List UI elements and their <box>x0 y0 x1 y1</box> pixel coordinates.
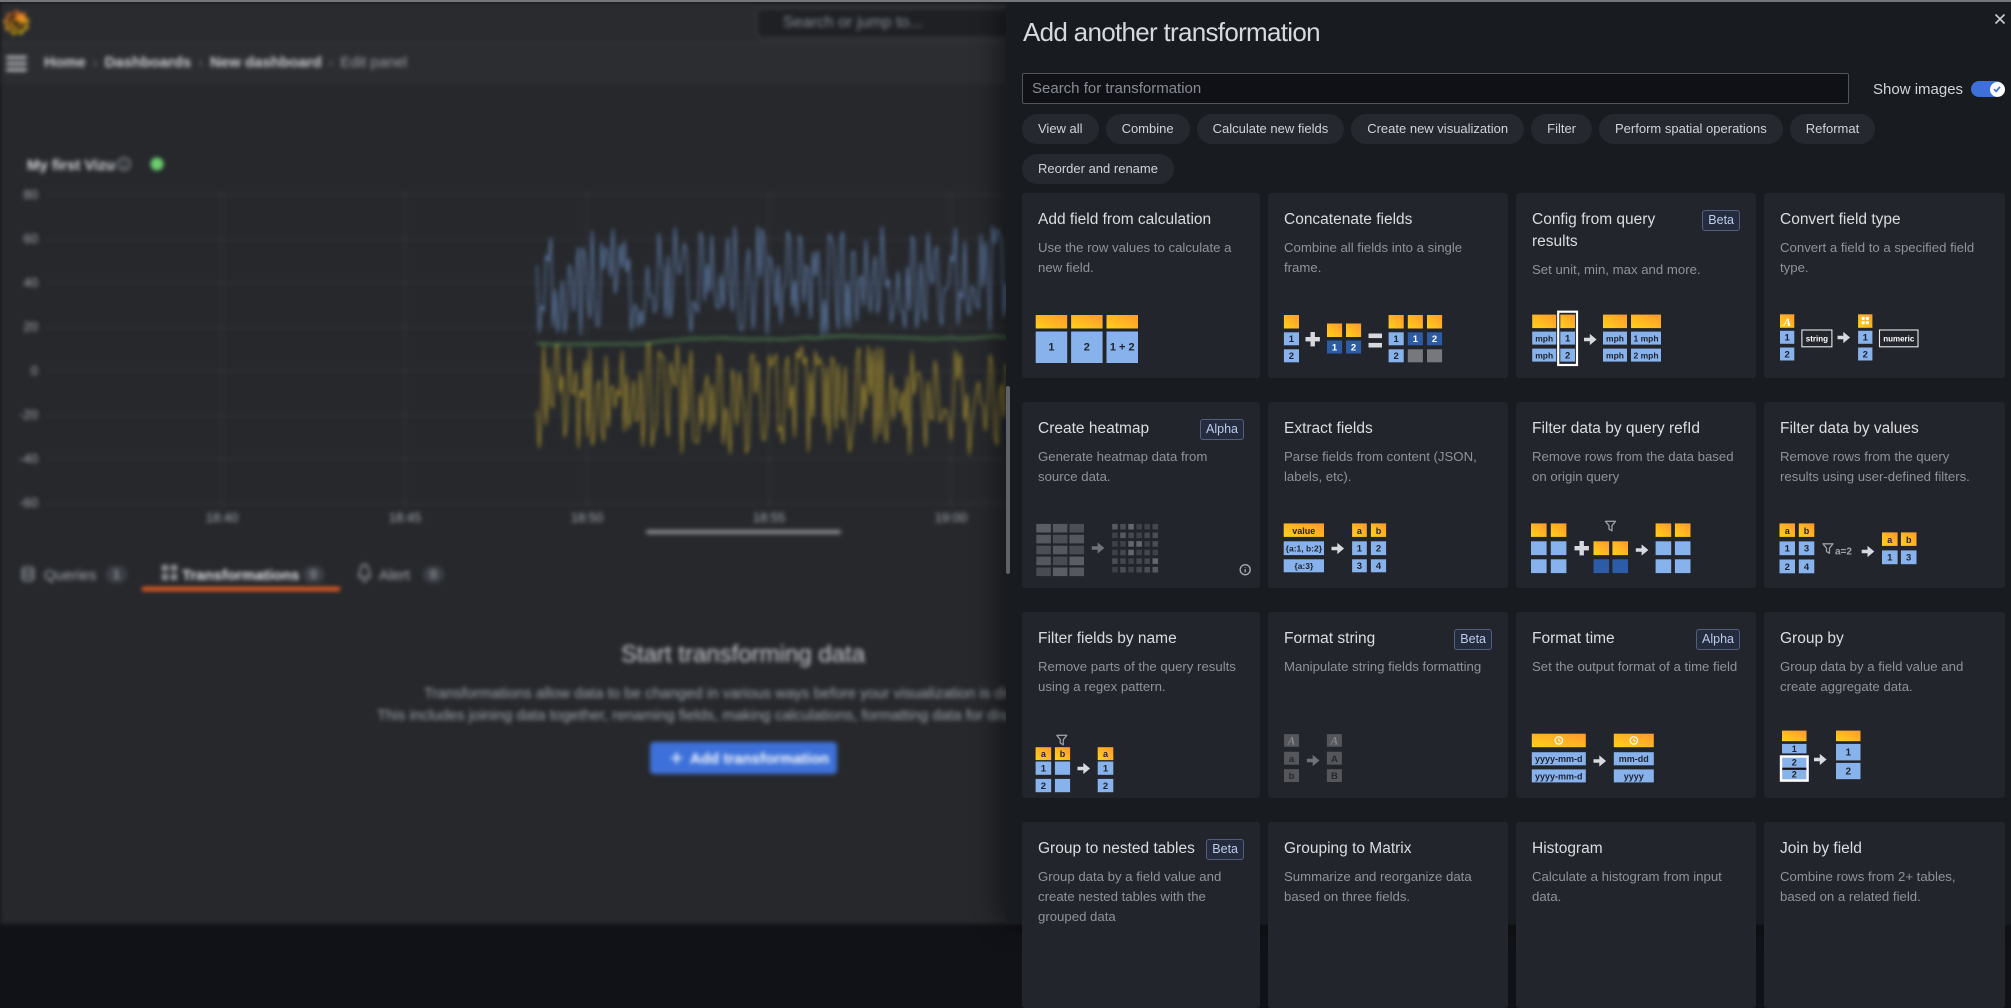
svg-text:2: 2 <box>1394 351 1399 362</box>
svg-text:0: 0 <box>430 568 437 582</box>
svg-text:1: 1 <box>1565 334 1571 345</box>
svg-text:A: A <box>1331 754 1338 765</box>
svg-text:4: 4 <box>1804 562 1810 573</box>
svg-text:Start transforming data: Start transforming data <box>621 641 866 668</box>
svg-text:a: a <box>1289 754 1295 765</box>
svg-text:numeric: numeric <box>1883 334 1915 343</box>
svg-text:1: 1 <box>1863 333 1869 344</box>
svg-text:A: A <box>1782 315 1791 329</box>
svg-text:2: 2 <box>1792 757 1797 767</box>
svg-text:a=2: a=2 <box>1835 547 1852 558</box>
svg-text:1: 1 <box>1792 744 1797 754</box>
svg-text:My first Vizu: My first Vizu <box>27 157 115 174</box>
svg-text:Transformations: Transformations <box>182 567 300 584</box>
svg-text:mph: mph <box>1606 334 1624 344</box>
svg-text:Transformations allow data to: Transformations allow data to be changed… <box>424 685 1062 702</box>
svg-text:{a:3}: {a:3} <box>1294 561 1314 571</box>
svg-text:1: 1 <box>1048 342 1054 354</box>
svg-text:yyyy: yyyy <box>1624 771 1644 781</box>
svg-text:19:00: 19:00 <box>935 510 968 525</box>
svg-text:A: A <box>1330 735 1339 747</box>
svg-text:2: 2 <box>1792 770 1797 780</box>
svg-text:b: b <box>1289 771 1295 782</box>
svg-text:1: 1 <box>1041 764 1047 775</box>
svg-text:1: 1 <box>1357 544 1363 555</box>
svg-text:18:45: 18:45 <box>389 510 422 525</box>
svg-text:string: string <box>1806 334 1828 343</box>
svg-text:Add transformation: Add transformation <box>690 751 829 768</box>
svg-text:1: 1 <box>1394 334 1400 345</box>
svg-text:18:50: 18:50 <box>571 510 604 525</box>
svg-text:yyyy-mm-d: yyyy-mm-d <box>1535 771 1583 781</box>
svg-text:1: 1 <box>1785 544 1791 555</box>
svg-text:2: 2 <box>1289 351 1294 362</box>
svg-text:40: 40 <box>24 275 38 290</box>
svg-text:B: B <box>1331 771 1338 782</box>
svg-text:b: b <box>1060 749 1066 759</box>
svg-text:{a:1, b:2}: {a:1, b:2} <box>1286 544 1323 554</box>
svg-text:This includes joining data tog: This includes joining data together, ren… <box>377 707 1109 724</box>
svg-text:-20: -20 <box>19 407 38 422</box>
svg-text:Queries: Queries <box>44 567 97 584</box>
svg-text:1: 1 <box>113 568 120 582</box>
svg-text:60: 60 <box>24 231 38 246</box>
svg-text:2: 2 <box>1376 544 1381 555</box>
svg-text:2: 2 <box>1103 781 1108 792</box>
svg-text:A: A <box>1287 735 1296 747</box>
svg-text:mph: mph <box>1606 351 1624 361</box>
svg-text:2 mph: 2 mph <box>1633 351 1658 361</box>
svg-text:b: b <box>1804 526 1810 536</box>
svg-text:-60: -60 <box>19 495 38 510</box>
svg-text:1: 1 <box>1785 333 1791 344</box>
svg-text:1: 1 <box>1413 334 1419 345</box>
svg-text:2: 2 <box>1785 349 1790 360</box>
svg-text:b: b <box>1376 526 1382 536</box>
svg-text:0: 0 <box>310 568 317 582</box>
svg-text:3: 3 <box>1906 553 1911 564</box>
svg-text:value: value <box>1292 526 1315 536</box>
svg-text:18:55: 18:55 <box>753 510 786 525</box>
svg-text:1: 1 <box>1887 553 1893 564</box>
svg-text:-40: -40 <box>19 451 38 466</box>
svg-text:20: 20 <box>24 319 38 334</box>
svg-text:0: 0 <box>31 363 38 378</box>
svg-text:1 mph: 1 mph <box>1633 334 1658 344</box>
svg-text:2: 2 <box>1084 342 1090 354</box>
svg-text:2: 2 <box>1041 781 1046 792</box>
svg-text:1 + 2: 1 + 2 <box>1110 342 1135 354</box>
svg-text:mph: mph <box>1535 351 1553 361</box>
svg-text:1: 1 <box>1845 748 1851 759</box>
svg-text:4: 4 <box>1376 561 1382 572</box>
svg-text:2: 2 <box>1863 349 1868 360</box>
svg-text:2: 2 <box>1845 766 1851 777</box>
svg-text:3: 3 <box>1357 561 1362 572</box>
svg-text:2: 2 <box>1351 342 1356 353</box>
svg-text:b: b <box>1906 535 1912 545</box>
svg-text:18:40: 18:40 <box>206 510 239 525</box>
svg-text:80: 80 <box>24 187 38 202</box>
svg-text:mm-dd: mm-dd <box>1619 754 1649 764</box>
svg-text:yyyy-mm-d: yyyy-mm-d <box>1535 754 1583 764</box>
svg-text:1: 1 <box>1289 334 1295 345</box>
svg-text:2: 2 <box>1785 562 1790 573</box>
svg-text:1: 1 <box>1332 342 1338 353</box>
svg-text:2: 2 <box>1565 351 1570 362</box>
svg-text:Alert: Alert <box>379 567 411 584</box>
svg-text:mph: mph <box>1535 334 1553 344</box>
svg-text:1: 1 <box>1103 764 1109 775</box>
svg-text:3: 3 <box>1804 544 1809 555</box>
svg-text:2: 2 <box>1432 334 1437 345</box>
